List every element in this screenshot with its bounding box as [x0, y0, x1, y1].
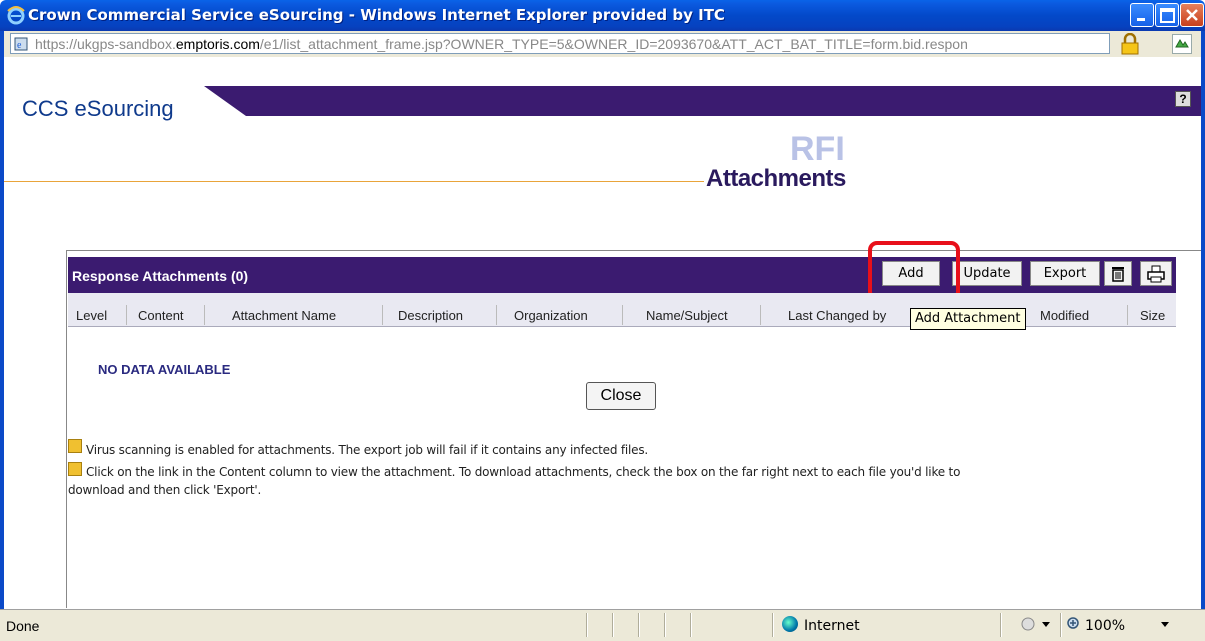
heading-divider: [4, 181, 704, 182]
status-separator: [1000, 613, 1002, 637]
note-icon: [68, 462, 82, 476]
url-text: https://ukgps-sandbox.emptoris.com/e1/li…: [35, 36, 968, 52]
column-separator: [760, 305, 761, 325]
close-icon: [1186, 9, 1198, 21]
add-button-highlight: [868, 241, 960, 301]
minimize-button[interactable]: [1130, 3, 1154, 27]
page-icon: e: [14, 37, 28, 51]
status-text: Done: [6, 618, 40, 634]
download-instructions-note: Click on the link in the Content column …: [86, 465, 961, 479]
export-button[interactable]: Export: [1030, 261, 1100, 286]
close-window-button[interactable]: [1180, 3, 1204, 27]
minimize-icon: [1137, 18, 1145, 21]
status-separator: [690, 613, 692, 637]
column-header-size[interactable]: Size: [1140, 308, 1165, 323]
print-button[interactable]: [1140, 261, 1172, 286]
status-separator: [586, 613, 588, 637]
column-separator: [1127, 305, 1128, 325]
status-separator: [638, 613, 640, 637]
status-separator: [612, 613, 614, 637]
column-header-last-changed-by[interactable]: Last Changed by: [788, 308, 886, 323]
virus-scanning-note: Virus scanning is enabled for attachment…: [86, 443, 649, 457]
window-title: Crown Commercial Service eSourcing - Win…: [28, 6, 725, 24]
help-icon[interactable]: ?: [1175, 91, 1191, 107]
download-instructions-note-continued: download and then click 'Export'.: [68, 483, 262, 497]
printer-icon: [1147, 265, 1165, 283]
add-attachment-tooltip: Add Attachment: [910, 308, 1026, 330]
url-field[interactable]: e https://ukgps-sandbox.emptoris.com/e1/…: [10, 33, 1110, 54]
maximize-icon: [1160, 8, 1175, 23]
column-header-attachment-name[interactable]: Attachment Name: [232, 308, 336, 323]
page-title: Attachments: [706, 165, 846, 192]
maximize-button[interactable]: [1155, 3, 1179, 27]
column-separator: [496, 305, 497, 325]
internet-zone-icon: [782, 616, 798, 632]
frame-border-left: [66, 250, 67, 608]
column-header-organization[interactable]: Organization: [514, 308, 588, 323]
security-zone[interactable]: Internet: [804, 618, 860, 634]
column-header-modified[interactable]: Modified: [1040, 308, 1089, 323]
svg-text:e: e: [17, 40, 22, 51]
column-header-name-subject[interactable]: Name/Subject: [646, 308, 728, 323]
frame-border-top: [66, 250, 1201, 251]
brand-logo[interactable]: CCS eSourcing: [22, 96, 174, 122]
trash-icon: [1112, 267, 1124, 282]
column-separator: [382, 305, 383, 325]
empty-table-message: NO DATA AVAILABLE: [98, 362, 231, 377]
column-separator: [204, 305, 205, 325]
zoom-dropdown-icon[interactable]: [1160, 621, 1170, 629]
address-bar: e https://ukgps-sandbox.emptoris.com/e1/…: [0, 31, 1205, 57]
window-titlebar[interactable]: Crown Commercial Service eSourcing - Win…: [0, 0, 1205, 31]
window-frame-left: [0, 57, 4, 609]
column-header-level[interactable]: Level: [76, 308, 107, 323]
column-separator: [126, 305, 127, 325]
note-icon: [68, 439, 82, 453]
compatibility-view-icon[interactable]: [1172, 34, 1192, 54]
lock-icon[interactable]: [1120, 33, 1140, 55]
event-type-label: RFI: [790, 130, 845, 168]
column-separator: [622, 305, 623, 325]
ie-logo-icon: [7, 6, 25, 25]
status-separator: [664, 613, 666, 637]
status-separator: [1060, 613, 1062, 637]
close-button[interactable]: Close: [586, 382, 656, 410]
status-separator: [772, 613, 774, 637]
zoom-icon: [1067, 617, 1079, 629]
zoom-level[interactable]: 100%: [1085, 618, 1125, 634]
window-frame-right: [1201, 57, 1205, 609]
table-title: Response Attachments (0): [72, 268, 249, 284]
protected-mode-icon[interactable]: [1020, 616, 1052, 632]
column-header-description[interactable]: Description: [398, 308, 463, 323]
column-header-content[interactable]: Content: [138, 308, 184, 323]
delete-button[interactable]: [1104, 261, 1132, 286]
update-button[interactable]: Update: [952, 261, 1022, 286]
